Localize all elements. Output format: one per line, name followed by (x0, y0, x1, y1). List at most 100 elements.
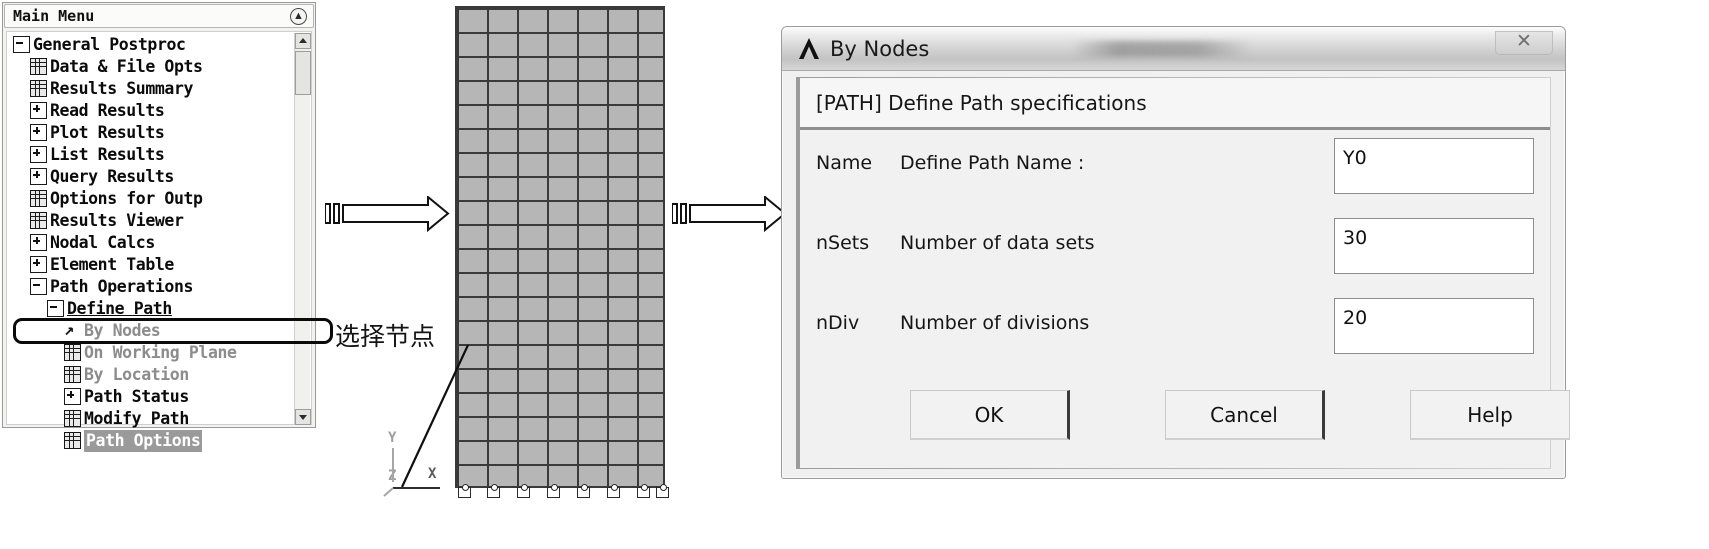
scroll-down-button[interactable] (295, 409, 311, 425)
tree-item-label: Results Viewer (50, 211, 184, 230)
tree-item-options-for-outp[interactable]: Options for Outp (11, 188, 291, 210)
tree-item-label: Read Results (50, 101, 165, 120)
node-symbol[interactable] (487, 484, 500, 498)
close-icon[interactable]: ✕ (1495, 31, 1553, 55)
field-row-nsets: nSets Number of data sets 30 (800, 216, 1550, 282)
node-symbol[interactable] (656, 484, 669, 498)
cancel-button[interactable]: Cancel (1165, 390, 1325, 440)
finite-element-mesh[interactable] (455, 6, 665, 488)
ndiv-input[interactable]: 20 (1334, 298, 1534, 354)
tree-item-label: Data & File Opts (50, 57, 203, 76)
field-label-nsets: Number of data sets (900, 232, 1095, 254)
help-button[interactable]: Help (1410, 390, 1570, 440)
field-label-ndiv: Number of divisions (900, 312, 1090, 334)
expand-plus-icon[interactable] (30, 102, 47, 119)
scroll-up-arrow-icon (299, 38, 307, 43)
node-symbol[interactable] (577, 484, 590, 498)
scroll-down-arrow-icon (299, 415, 307, 420)
tree-item-element-table[interactable]: Element Table (11, 254, 291, 276)
tree-item-label: Path Options (84, 430, 203, 452)
collapse-minus-icon[interactable] (30, 278, 47, 295)
path-name-input[interactable]: Y0 (1334, 138, 1534, 194)
menu-doc-icon (64, 366, 81, 383)
tree-item-list-results[interactable]: List Results (11, 144, 291, 166)
menu-doc-icon (30, 58, 47, 75)
tree-item-results-summary[interactable]: Results Summary (11, 78, 291, 100)
main-menu-scrollbar[interactable] (294, 33, 311, 425)
tree-item-label: On Working Plane (84, 343, 237, 362)
expand-plus-icon[interactable] (30, 146, 47, 163)
tree-item-label: Options for Outp (50, 189, 203, 208)
menu-doc-icon (64, 432, 81, 449)
tree-item-define-path[interactable]: Define Path (11, 298, 291, 320)
dialog-header-text: [PATH] Define Path specifications (816, 91, 1147, 115)
tree-item-label: Nodal Calcs (50, 233, 155, 252)
field-row-name: Name Define Path Name : Y0 (800, 136, 1550, 202)
by-nodes-dialog: By Nodes ✕ [PATH] Define Path specificat… (781, 26, 1570, 479)
node-symbol[interactable] (637, 484, 650, 498)
tree-item-read-results[interactable]: Read Results (11, 100, 291, 122)
expand-plus-icon[interactable] (30, 234, 47, 251)
tree-item-query-results[interactable]: Query Results (11, 166, 291, 188)
tree-item-data-file-opts[interactable]: Data & File Opts (11, 56, 291, 78)
tree-item-results-viewer[interactable]: Results Viewer (11, 210, 291, 232)
axis-triad-lines (383, 448, 440, 497)
node-symbol[interactable] (517, 484, 530, 498)
tree-item-path-operations[interactable]: Path Operations (11, 276, 291, 298)
tree-item-label: Define Path (67, 299, 172, 318)
main-menu-tree: General Postproc Data & File Opts Results … (11, 34, 291, 452)
expand-plus-icon[interactable] (64, 388, 81, 405)
field-label-name: Define Path Name : (900, 152, 1085, 174)
tree-item-by-location[interactable]: By Location (11, 364, 291, 386)
tree-item-nodal-calcs[interactable]: Nodal Calcs (11, 232, 291, 254)
ok-button[interactable]: OK (910, 390, 1070, 440)
tree-item-label: Element Table (50, 255, 174, 274)
tree-item-modify-path[interactable]: Modify Path (11, 408, 291, 430)
tree-item-label: Path Operations (50, 277, 194, 296)
node-symbol[interactable] (607, 484, 620, 498)
tree-item-label: List Results (50, 145, 165, 164)
ansys-logo-icon (799, 38, 819, 59)
tree-item-path-options[interactable]: Path Options (11, 430, 291, 452)
tree-item-label: Plot Results (50, 123, 165, 142)
dialog-titlebar[interactable]: By Nodes ✕ (782, 27, 1565, 71)
expand-plus-icon[interactable] (30, 124, 47, 141)
main-menu-panel: Main Menu ▲ General Postproc Data & File … (2, 2, 333, 452)
dialog-button-row: OK Cancel Help (800, 390, 1570, 444)
menu-doc-icon (30, 80, 47, 97)
tree-item-on-working-plane[interactable]: On Working Plane (11, 342, 291, 364)
tree-item-by-nodes[interactable]: By Nodes (11, 319, 291, 342)
dialog-header-row: [PATH] Define Path specifications (800, 78, 1550, 130)
tree-item-label: General Postproc (33, 35, 186, 54)
tree-item-general-postproc[interactable]: General Postproc (11, 34, 291, 56)
field-key-ndiv: nDiv (816, 312, 860, 334)
field-key-nsets: nSets (816, 232, 870, 254)
tree-item-path-status[interactable]: Path Status (11, 386, 291, 408)
collapse-minus-icon[interactable] (13, 36, 30, 53)
menu-doc-icon (64, 344, 81, 361)
menu-doc-icon (64, 410, 81, 427)
collapse-chevrons-icon[interactable]: ▲ (290, 8, 307, 25)
screenshot-root: Main Menu ▲ General Postproc Data & File … (0, 0, 1709, 549)
menu-doc-icon (30, 190, 47, 207)
fe-model-view: 选择节点 Y Z X (335, 0, 690, 549)
main-menu-titlebar: Main Menu ▲ (4, 4, 314, 28)
collapse-minus-icon[interactable] (47, 300, 64, 317)
tree-item-label: Path Status (84, 387, 189, 406)
dialog-title: By Nodes (830, 37, 930, 61)
tree-item-plot-results[interactable]: Plot Results (11, 122, 291, 144)
main-menu-title: Main Menu (13, 7, 95, 25)
scrollbar-thumb[interactable] (295, 51, 311, 95)
node-symbol[interactable] (547, 484, 560, 498)
tree-item-label: By Location (84, 365, 189, 384)
flow-arrow-2 (672, 196, 787, 232)
expand-plus-icon[interactable] (30, 256, 47, 273)
tree-item-label: Results Summary (50, 79, 194, 98)
main-menu-tree-container: General Postproc Data & File Opts Results … (6, 31, 333, 452)
expand-plus-icon[interactable] (30, 168, 47, 185)
field-key-name: Name (816, 152, 873, 174)
shortcut-arrow-icon (64, 319, 81, 341)
scroll-up-button[interactable] (295, 33, 311, 49)
menu-doc-icon (30, 212, 47, 229)
nsets-input[interactable]: 30 (1334, 218, 1534, 274)
